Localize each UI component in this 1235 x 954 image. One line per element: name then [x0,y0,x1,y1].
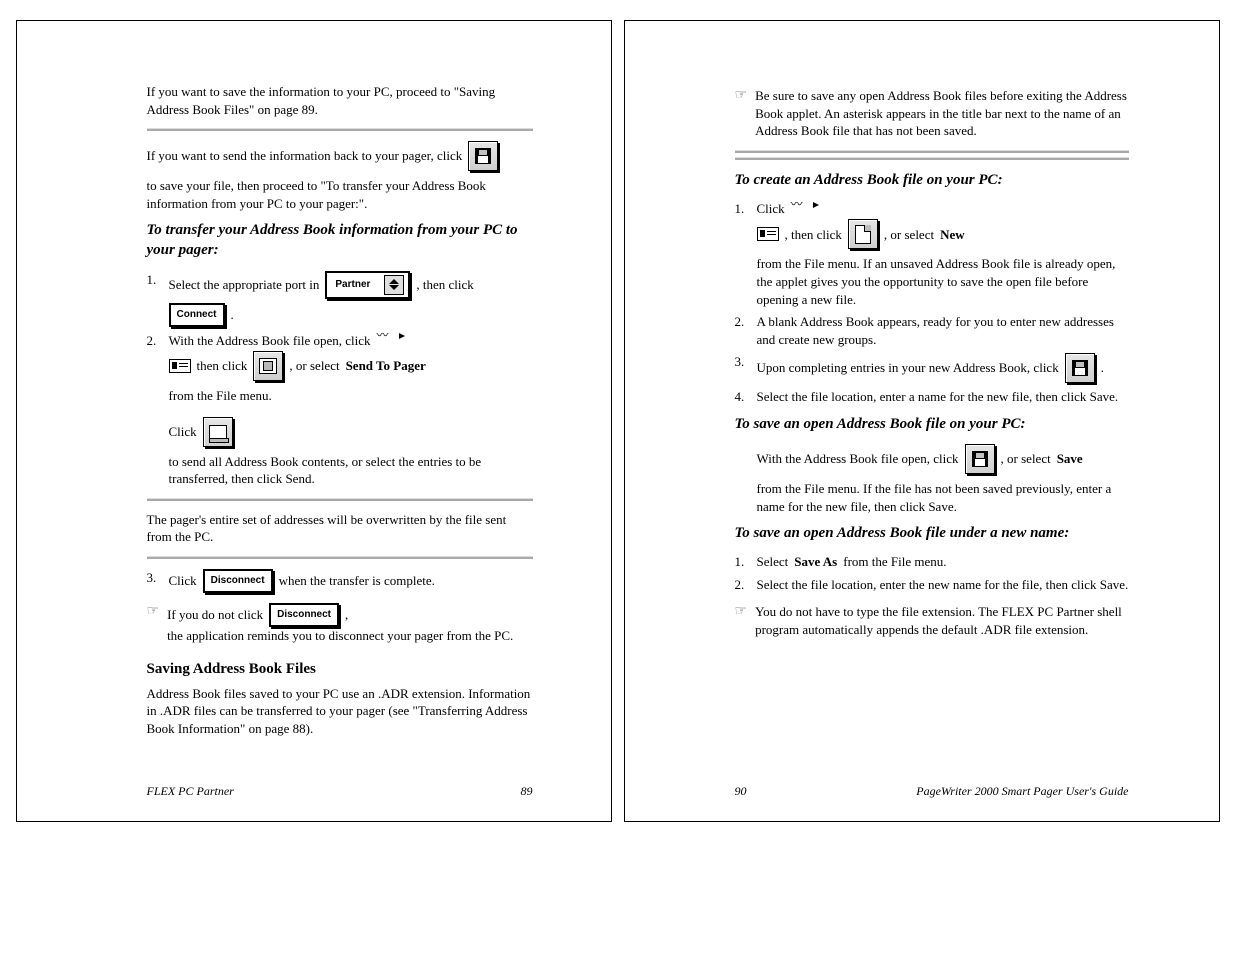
connect-button[interactable]: Connect [169,303,225,327]
hand-pointer-icon: ☞ [735,605,748,619]
intro-text-b2: to save your file, then proceed to "To t… [147,177,533,212]
new-file-icon [848,219,878,249]
send-pc-icon [203,417,233,447]
partner-dropdown[interactable]: Partner [325,271,410,299]
r-step1-text-d: from the File menu. If an unsaved Addres… [757,255,1129,308]
heading-create: To create an Address Book file on your P… [735,170,1129,190]
hand-pointer-icon: ☞ [735,89,748,103]
body-saving: Address Book files saved to your PC use … [147,685,533,738]
divider [147,556,533,559]
intro-line-b: If you want to send the information back… [147,141,533,212]
step-number: 1. [147,271,169,289]
r-s2-text-c: from the File menu. If the file has not … [757,480,1129,515]
step2-text-c: , or select [289,357,339,375]
wave-icon [791,202,817,216]
r-s2-text-a: With the Address Book file open, click [757,450,959,468]
heading-transfer: To transfer your Address Book informatio… [147,220,533,261]
divider [147,128,533,131]
disconnect-button-note[interactable]: Disconnect [269,603,339,627]
r-sec2-step: With the Address Book file open, click ,… [757,444,1129,515]
r-step2-text: A blank Address Book appears, ready for … [757,313,1129,348]
step1-text-a: Select the appropriate port in [169,276,320,294]
note-overwrite: The pager's entire set of addresses will… [147,511,533,546]
r-step3-text-a: Upon completing entries in your new Addr… [757,359,1059,377]
step1-text-b: , then click [416,276,473,294]
r-step1-text-b: , then click [785,226,842,244]
step3-text-a: Click [169,572,197,590]
note-disconnect: ☞ If you do not click Disconnect , the a… [147,603,533,645]
r-step-4: 4. Select the file location, enter a nam… [735,388,1129,406]
note-top-text: Be sure to save any open Address Book fi… [755,87,1128,140]
step-number: 1. [735,553,757,571]
step-number: 2. [147,332,169,350]
r-sec3-step2: 2. Select the file location, enter the n… [735,576,1129,594]
r-step1-text-a: Click [757,200,785,218]
note-b-text-1: If you do not click [167,606,263,624]
heading-save-as: To save an open Address Book file under … [735,523,1129,543]
r-s2-text-b: , or select [1001,450,1051,468]
r-step-3: 3. Upon completing entries in your new A… [735,353,1129,383]
dropdown-label: Partner [335,278,370,292]
step2b-text-b: to send all Address Book contents, or se… [169,453,533,488]
step-number: 1. [735,200,757,218]
step-number: 3. [147,569,169,587]
step-2: 2. With the Address Book file open, clic… [147,332,533,488]
step3-text-b: when the transfer is complete. [279,572,435,590]
dropdown-spinner-icon [384,275,404,295]
footer-left: FLEX PC Partner [147,783,234,799]
note-bottom: ☞ You do not have to type the file exten… [735,603,1129,638]
step2-menu-item: Send To Pager [346,357,426,375]
step-1: 1. Select the appropriate port in Partne… [147,271,533,327]
divider [147,498,533,501]
note-bottom-text: You do not have to type the file extensi… [755,603,1128,638]
r-s3-step2-text: Select the file location, enter the new … [757,576,1129,594]
step-number: 2. [735,313,757,331]
pager-icon [757,227,779,241]
heading-save-open: To save an open Address Book file on you… [735,414,1129,434]
note-b-continued: the application reminds you to disconnec… [167,627,532,645]
step-3: 3. Click Disconnect when the transfer is… [147,569,533,593]
footer-right: PageWriter 2000 Smart Pager User's Guide [916,783,1128,799]
r-step-2: 2. A blank Address Book appears, ready f… [735,313,1129,348]
disconnect-button[interactable]: Disconnect [203,569,273,593]
note-b-text-2: , [345,606,348,624]
step2b-text-a: Click [169,423,197,441]
hand-pointer-icon: ☞ [147,605,160,619]
page-footer: FLEX PC Partner 89 [17,783,611,799]
step-number: 3. [735,353,757,371]
page-left: If you want to save the information to y… [16,20,612,822]
r-s3-text-a: Select [757,553,789,571]
wave-icon [377,333,403,347]
r-step1-menu: New [940,226,965,244]
r-step-1: 1. Click , then click , or select New fr… [735,200,1129,308]
step2-text-b: then click [197,357,248,375]
r-s3-menu: Save As [794,553,837,571]
step2-text-d: from the File menu. [169,387,272,405]
r-step1-text-c: , or select [884,226,934,244]
r-sec3-step1: 1. Select Save As from the File menu. [735,553,1129,571]
r-step3-text-b: . [1101,359,1104,377]
footer-right: 89 [521,783,533,799]
step1-text-c: . [231,306,234,324]
step-number: 2. [735,576,757,594]
save-icon [468,141,498,171]
step2-text-a: With the Address Book file open, click [169,332,371,350]
page-footer: 90 PageWriter 2000 Smart Pager User's Gu… [625,783,1219,799]
send-to-pager-icon [253,351,283,381]
intro-text-a: If you want to save the information to y… [147,83,533,118]
r-step4-text: Select the file location, enter a name f… [757,388,1129,406]
r-s2-menu: Save [1057,450,1083,468]
intro-text-b1: If you want to send the information back… [147,147,463,165]
divider [735,157,1129,160]
heading-saving: Saving Address Book Files [147,659,533,679]
divider [735,150,1129,153]
save-icon [1065,353,1095,383]
footer-left: 90 [735,783,747,799]
r-s3-text-b: from the File menu. [843,553,946,571]
page-right: ☞ Be sure to save any open Address Book … [624,20,1220,822]
note-top: ☞ Be sure to save any open Address Book … [735,87,1129,140]
step-number: 4. [735,388,757,406]
pager-icon [169,359,191,373]
save-icon [965,444,995,474]
